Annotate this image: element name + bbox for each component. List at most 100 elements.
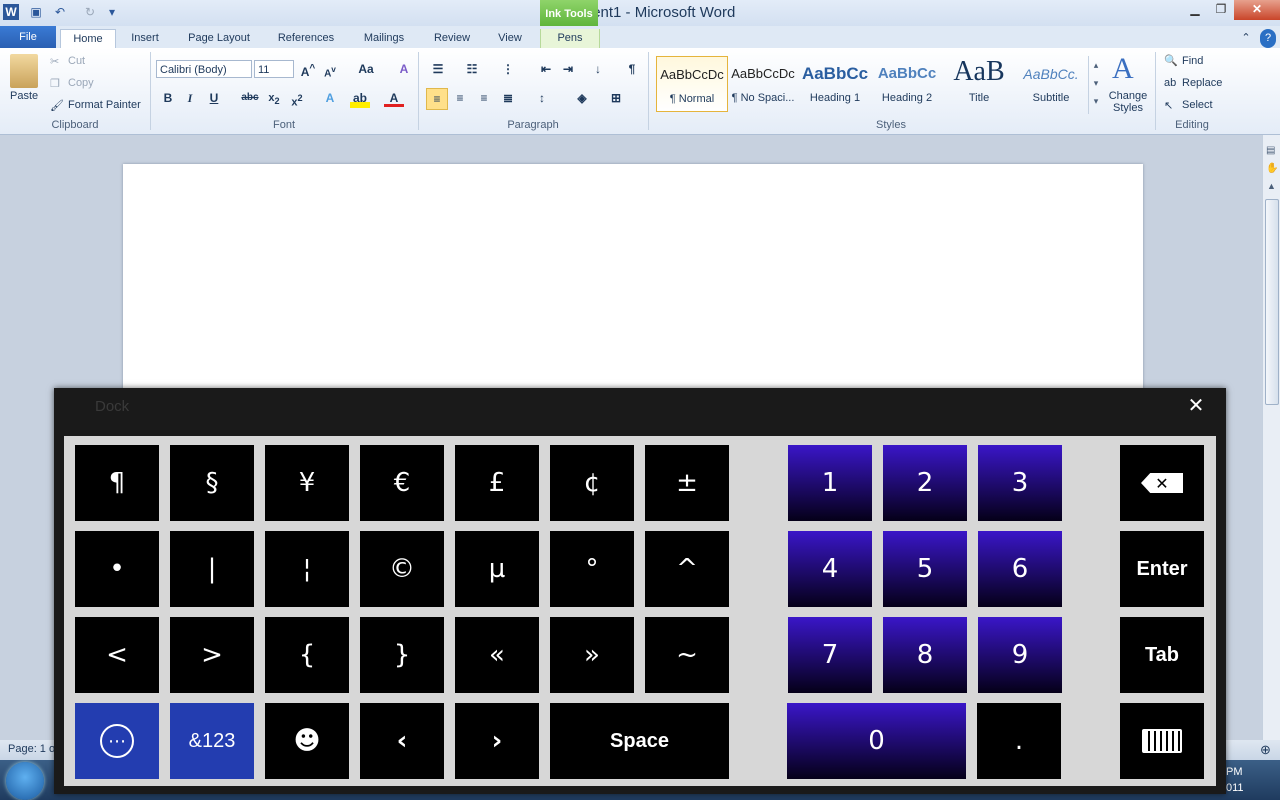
font-color-icon[interactable]: A [384, 88, 404, 107]
minimize-ribbon-icon[interactable]: ⌃ [1238, 29, 1254, 48]
key-pipe[interactable]: | [170, 531, 254, 607]
find-button[interactable]: Find [1182, 55, 1203, 67]
format-painter-icon[interactable]: 🖌 [50, 99, 64, 112]
tab-references[interactable]: References [270, 29, 342, 48]
scroll-thumb[interactable] [1265, 199, 1279, 405]
keyboard-close-icon[interactable]: ✕ [1184, 394, 1208, 418]
key-tab[interactable]: Tab [1120, 617, 1204, 693]
key-right-guillemet[interactable]: » [550, 617, 634, 693]
style-no-spacing[interactable]: AaBbCcDc ¶ No Spaci... [728, 56, 798, 110]
key-pilcrow[interactable]: ¶ [75, 445, 159, 521]
key-broken-bar[interactable]: ¦ [265, 531, 349, 607]
bullets-icon[interactable]: ☰ [428, 59, 448, 79]
key-degree[interactable]: ° [550, 531, 634, 607]
key-2[interactable]: 2 [883, 445, 967, 521]
key-9[interactable]: 9 [978, 617, 1062, 693]
strikethrough-button[interactable]: abc [240, 88, 260, 108]
subscript-button[interactable]: x2 [264, 88, 284, 108]
key-pound[interactable]: £ [455, 445, 539, 521]
key-0[interactable]: 0 [787, 703, 966, 779]
style-heading-1[interactable]: AaBbCc Heading 1 [800, 56, 870, 110]
select-icon[interactable]: ↖ [1164, 99, 1173, 112]
align-center-icon[interactable]: ≡ [450, 88, 470, 108]
key-3[interactable]: 3 [978, 445, 1062, 521]
align-left-icon[interactable]: ≡ [426, 88, 448, 110]
scroll-up-icon[interactable]: ▲ [1267, 181, 1276, 191]
key-6[interactable]: 6 [978, 531, 1062, 607]
change-styles-button[interactable]: Change Styles [1108, 90, 1148, 114]
key-emoji[interactable]: ☻ [265, 703, 349, 779]
key-backspace[interactable]: ✕ [1120, 445, 1204, 521]
tab-review[interactable]: Review [426, 29, 478, 48]
copy-button[interactable]: Copy [68, 77, 94, 89]
key-keyboard-switch[interactable] [1120, 703, 1204, 779]
key-plus-minus[interactable]: ± [645, 445, 729, 521]
tab-page-layout[interactable]: Page Layout [180, 29, 258, 48]
shrink-font-icon[interactable]: Av [320, 59, 340, 79]
align-right-icon[interactable]: ≡ [474, 88, 494, 108]
key-right-arrow[interactable]: › [455, 703, 539, 779]
style-normal[interactable]: AaBbCcDc ¶ Normal [656, 56, 728, 112]
pan-icon[interactable]: ✋ [1266, 163, 1278, 174]
keyboard-dock-label[interactable]: Dock [95, 398, 129, 415]
key-tilde[interactable]: ~ [645, 617, 729, 693]
key-left-guillemet[interactable]: « [455, 617, 539, 693]
key-copyright[interactable]: © [360, 531, 444, 607]
sort-icon[interactable]: ↓ [588, 59, 608, 79]
key-space[interactable]: Space [550, 703, 729, 779]
paste-button[interactable]: Paste [10, 90, 38, 102]
shading-icon[interactable]: ◈ [572, 88, 592, 108]
vertical-scrollbar[interactable]: ▤ ✋ ▲ [1262, 135, 1280, 745]
key-period[interactable]: . [977, 703, 1061, 779]
grow-font-icon[interactable]: A^ [298, 59, 318, 79]
key-less-than[interactable]: < [75, 617, 159, 693]
key-yen[interactable]: ¥ [265, 445, 349, 521]
replace-button[interactable]: Replace [1182, 77, 1222, 89]
tab-mailings[interactable]: Mailings [354, 29, 414, 48]
font-size-combo[interactable]: 11 [254, 60, 294, 78]
decrease-indent-icon[interactable]: ⇤ [536, 59, 556, 79]
page-status[interactable]: Page: 1 o [8, 743, 55, 755]
cut-button[interactable]: Cut [68, 55, 85, 67]
tab-home[interactable]: Home [60, 29, 116, 49]
change-styles-icon[interactable]: A [1112, 54, 1142, 84]
style-title[interactable]: AaB Title [944, 56, 1014, 110]
key-micro[interactable]: µ [455, 531, 539, 607]
key-8[interactable]: 8 [883, 617, 967, 693]
key-symbols-mode[interactable]: &123 [170, 703, 254, 779]
minimize-button[interactable]: ▁ [1182, 0, 1208, 20]
numbering-icon[interactable]: ☷ [462, 59, 482, 79]
text-effects-icon[interactable]: A [320, 88, 340, 108]
key-enter[interactable]: Enter [1120, 531, 1204, 607]
tab-pens[interactable]: Pens [540, 29, 600, 48]
key-5[interactable]: 5 [883, 531, 967, 607]
clear-formatting-icon[interactable]: A [394, 59, 414, 79]
tab-file[interactable]: File [0, 26, 56, 48]
key-7[interactable]: 7 [788, 617, 872, 693]
cut-icon[interactable]: ✂ [50, 55, 59, 68]
key-cent[interactable]: ¢ [550, 445, 634, 521]
increase-indent-icon[interactable]: ⇥ [558, 59, 578, 79]
replace-icon[interactable]: ab [1164, 77, 1176, 89]
key-section[interactable]: § [170, 445, 254, 521]
font-name-combo[interactable]: Calibri (Body) [156, 60, 252, 78]
key-euro[interactable]: € [360, 445, 444, 521]
multilevel-list-icon[interactable]: ⋮ [498, 59, 518, 79]
copy-icon[interactable]: ❐ [50, 77, 60, 90]
key-left-brace[interactable]: { [265, 617, 349, 693]
maximize-button[interactable]: ❐ [1208, 0, 1234, 20]
tab-insert[interactable]: Insert [124, 29, 166, 48]
italic-button[interactable]: I [180, 88, 200, 108]
format-painter-button[interactable]: Format Painter [68, 99, 141, 111]
key-greater-than[interactable]: > [170, 617, 254, 693]
change-case-button[interactable]: Aa [352, 59, 380, 79]
help-icon[interactable]: ? [1260, 29, 1276, 48]
ruler-toggle-icon[interactable]: ▤ [1266, 145, 1275, 156]
tab-view[interactable]: View [490, 29, 530, 48]
key-bullet[interactable]: • [75, 531, 159, 607]
select-button[interactable]: Select [1182, 99, 1213, 111]
start-button[interactable] [6, 762, 44, 800]
style-heading-2[interactable]: AaBbCc Heading 2 [872, 56, 942, 110]
find-icon[interactable]: 🔍 [1164, 54, 1178, 67]
styles-scroll-icon[interactable]: ▴ ▾ ▾ [1088, 56, 1103, 114]
